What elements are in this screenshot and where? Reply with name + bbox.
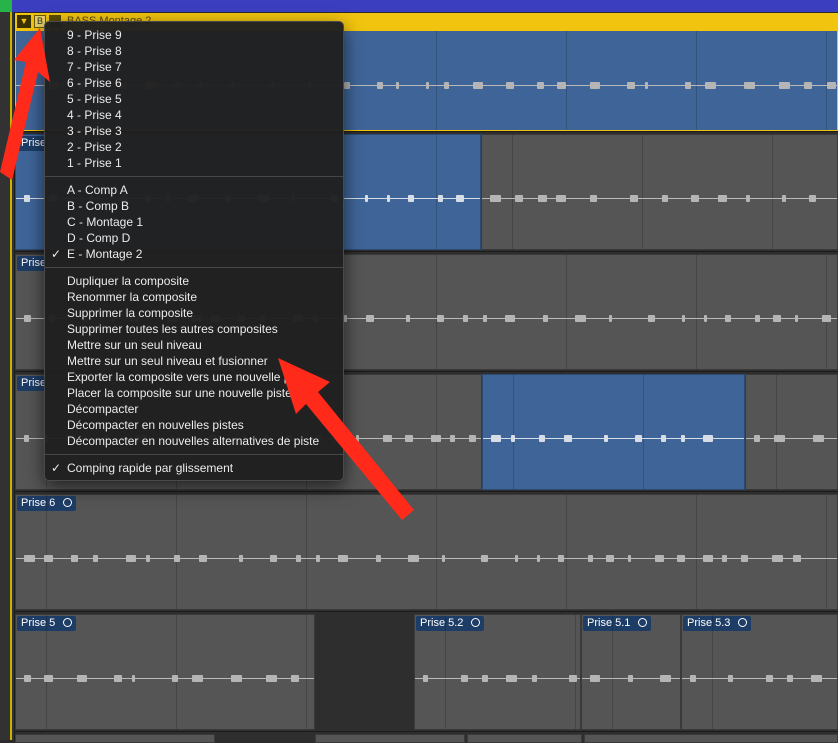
arrow-up-left <box>0 28 50 180</box>
annotation-arrows <box>0 28 414 520</box>
arrow-up-right <box>278 358 414 520</box>
